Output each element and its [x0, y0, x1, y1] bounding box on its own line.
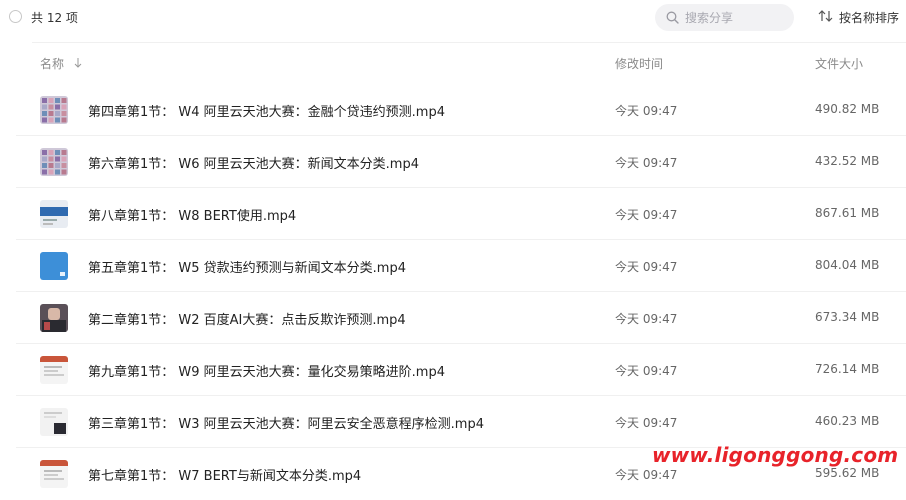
file-row[interactable]: 第九章第1节： W9 阿里云天池大赛：量化交易策略进阶.mp4 今天 09:47…: [16, 344, 906, 396]
file-modified-time: 今天 09:47: [615, 156, 678, 170]
file-name[interactable]: 第六章第1节： W6 阿里云天池大赛：新闻文本分类.mp4: [88, 153, 419, 172]
video-thumbnail: [40, 460, 68, 488]
file-size: 804.04 MB: [815, 258, 880, 272]
file-name[interactable]: 第五章第1节： W5 贷款违约预测与新闻文本分类.mp4: [88, 257, 406, 276]
video-thumbnail: [40, 252, 68, 280]
divider: [32, 42, 906, 43]
file-size: 490.82 MB: [815, 102, 880, 116]
file-name[interactable]: 第七章第1节： W7 BERT与新闻文本分类.mp4: [88, 465, 361, 484]
column-name[interactable]: 名称: [40, 55, 82, 72]
video-thumbnail: [40, 200, 68, 228]
file-modified-time: 今天 09:47: [615, 208, 678, 222]
file-size: 867.61 MB: [815, 206, 880, 220]
file-size: 595.62 MB: [815, 466, 880, 480]
file-modified-time: 今天 09:47: [615, 468, 678, 482]
column-file-size[interactable]: 文件大小: [815, 55, 863, 72]
column-header: 名称 修改时间 文件大小: [0, 50, 906, 76]
file-row[interactable]: 第六章第1节： W6 阿里云天池大赛：新闻文本分类.mp4 今天 09:47 4…: [16, 136, 906, 188]
sort-down-icon: [74, 58, 82, 68]
file-name[interactable]: 第八章第1节： W8 BERT使用.mp4: [88, 205, 296, 224]
video-thumbnail: [40, 408, 68, 436]
file-name[interactable]: 第二章第1节： W2 百度AI大赛：点击反欺诈预测.mp4: [88, 309, 406, 328]
search-box[interactable]: [655, 4, 794, 31]
file-modified-time: 今天 09:47: [615, 364, 678, 378]
video-thumbnail: [40, 304, 68, 332]
file-size: 460.23 MB: [815, 414, 880, 428]
file-size: 673.34 MB: [815, 310, 880, 324]
search-input[interactable]: [685, 9, 785, 26]
item-count: 共 12 项: [31, 11, 78, 25]
file-row[interactable]: 第三章第1节： W3 阿里云天池大赛：阿里云安全恶意程序检测.mp4 今天 09…: [16, 396, 906, 448]
file-row[interactable]: 第八章第1节： W8 BERT使用.mp4 今天 09:47 867.61 MB: [16, 188, 906, 240]
toolbar: 共 12 项 按名称排序: [0, 0, 906, 34]
file-modified-time: 今天 09:47: [615, 104, 678, 118]
file-size: 726.14 MB: [815, 362, 880, 376]
file-row[interactable]: 第二章第1节： W2 百度AI大赛：点击反欺诈预测.mp4 今天 09:47 6…: [16, 292, 906, 344]
column-name-label: 名称: [40, 57, 65, 71]
search-icon: [666, 11, 679, 24]
file-row[interactable]: 第五章第1节： W5 贷款违约预测与新闻文本分类.mp4 今天 09:47 80…: [16, 240, 906, 292]
video-thumbnail: [40, 356, 68, 384]
site-watermark: www.ligonggong.com: [652, 443, 899, 467]
video-thumbnail: [40, 96, 68, 124]
sort-icon: [818, 10, 833, 22]
file-name[interactable]: 第四章第1节： W4 阿里云天池大赛：金融个贷违约预测.mp4: [88, 101, 445, 120]
file-name[interactable]: 第三章第1节： W3 阿里云天池大赛：阿里云安全恶意程序检测.mp4: [88, 413, 484, 432]
column-modified-time[interactable]: 修改时间: [615, 55, 663, 72]
video-thumbnail: [40, 148, 68, 176]
file-modified-time: 今天 09:47: [615, 416, 678, 430]
file-modified-time: 今天 09:47: [615, 260, 678, 274]
file-modified-time: 今天 09:47: [615, 312, 678, 326]
select-all-checkbox[interactable]: [9, 10, 22, 23]
file-row[interactable]: 第四章第1节： W4 阿里云天池大赛：金融个贷违约预测.mp4 今天 09:47…: [16, 84, 906, 136]
file-size: 432.52 MB: [815, 154, 880, 168]
file-name[interactable]: 第九章第1节： W9 阿里云天池大赛：量化交易策略进阶.mp4: [88, 361, 445, 380]
sort-label: 按名称排序: [839, 11, 900, 25]
